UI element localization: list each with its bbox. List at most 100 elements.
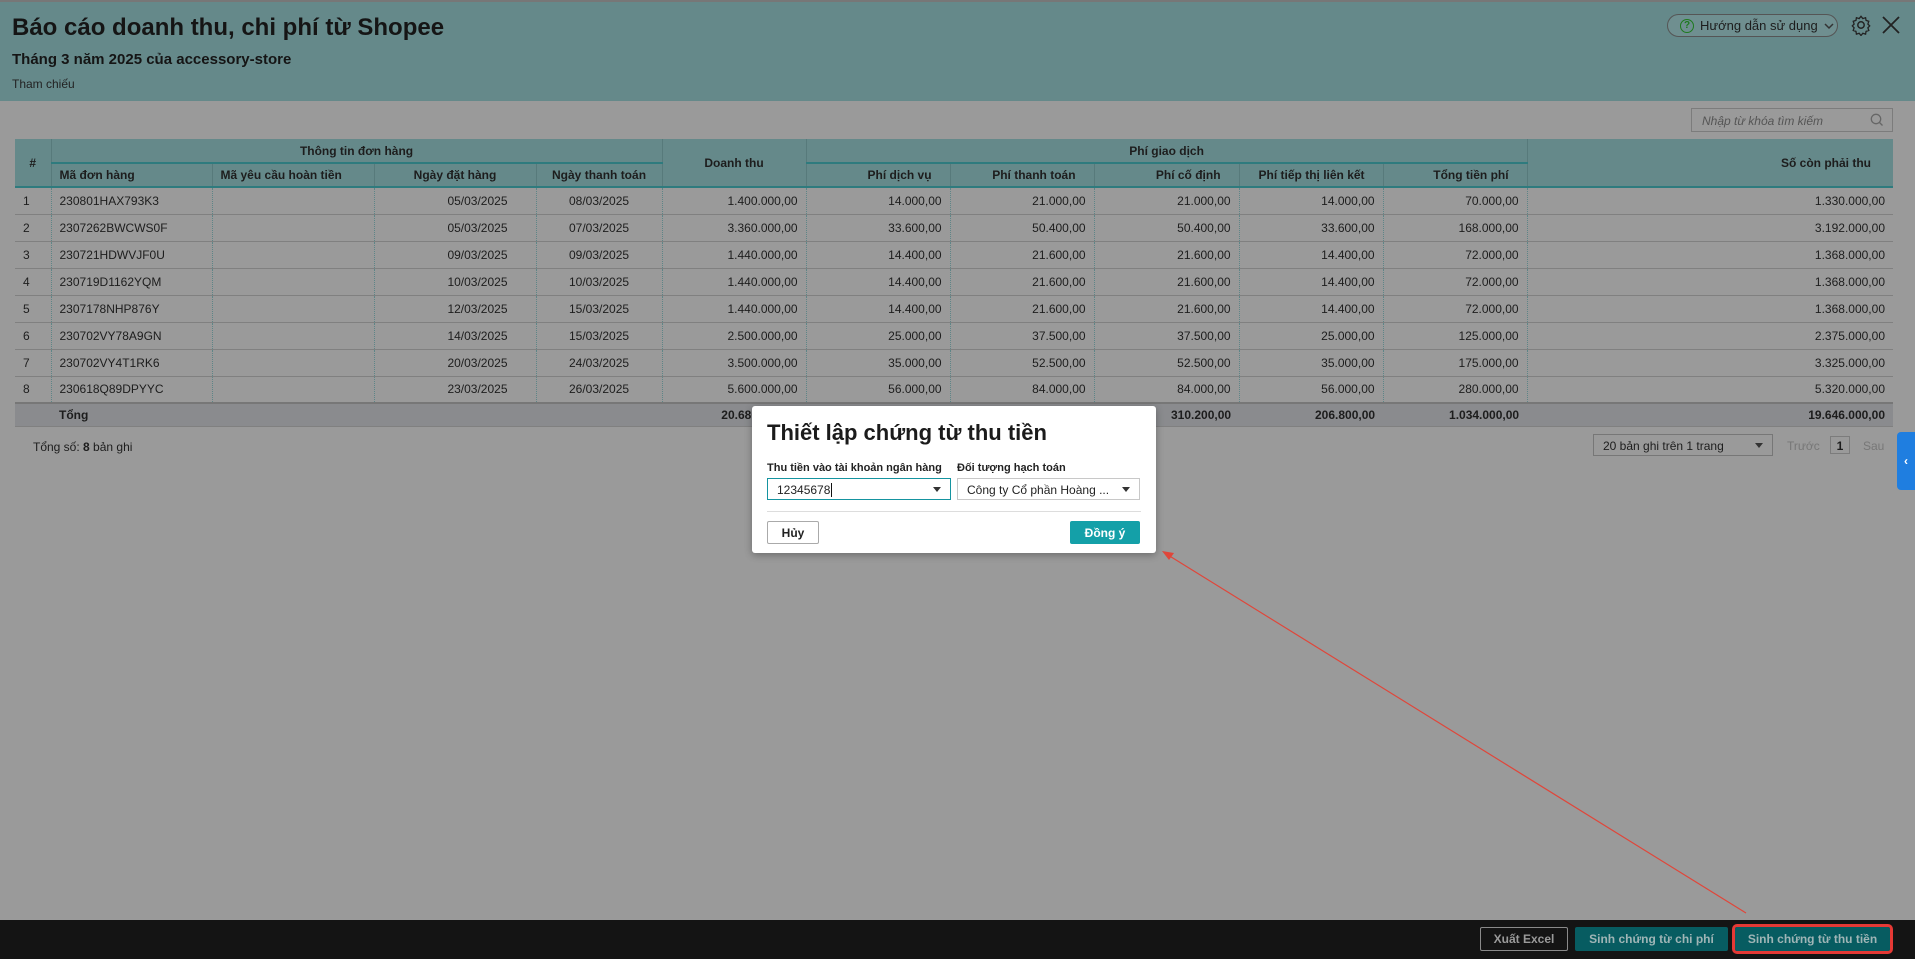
cell-refund-id: [211, 322, 374, 350]
cell-refund-id: [211, 187, 374, 215]
cell-fixed-fee: 52.500,00: [1093, 349, 1240, 377]
cell-payment-date: 09/03/2025: [535, 241, 663, 269]
dropdown-arrow-icon: [1755, 443, 1763, 448]
cell-row-index: 2: [15, 214, 51, 242]
total-label: Tổng: [51, 402, 212, 427]
cell-payment-date: 10/03/2025: [535, 268, 663, 296]
help-icon: ?: [1680, 18, 1694, 33]
col-service-fee: Phí dịch vụ: [805, 163, 951, 188]
cell-affiliate-fee: 14.400,00: [1238, 295, 1384, 323]
search-input[interactable]: Nhập từ khóa tìm kiếm: [1691, 108, 1893, 132]
cell-payment-fee: 50.400,00: [949, 214, 1095, 242]
cell-revenue: 2.500.000,00: [661, 322, 807, 350]
prev-page-button[interactable]: Trước: [1787, 439, 1820, 453]
cell-order-id: 230618Q89DPYYC: [50, 376, 212, 404]
cancel-button[interactable]: Hủy: [767, 521, 819, 544]
reference-label: Tham chiếu: [12, 77, 75, 91]
cell-total-fee: 125.000,00: [1382, 322, 1528, 350]
table-row[interactable]: 4 230719D1162YQM 10/03/2025 10/03/2025 1.440…: [15, 268, 1893, 296]
col-receivable: Số còn phải thu: [1526, 139, 1893, 188]
cell-affiliate-fee: 25.000,00: [1238, 322, 1384, 350]
page-header: Báo cáo doanh thu, chi phí từ Shopee Thá…: [0, 0, 1915, 101]
cell-order-date: 14/03/2025: [373, 322, 536, 350]
page-size-select[interactable]: 20 bản ghi trên 1 trang: [1593, 434, 1773, 456]
cell-affiliate-fee: 14.400,00: [1238, 268, 1384, 296]
total-receivable: 19.646.000,00: [1527, 402, 1893, 427]
cell-total-fee: 168.000,00: [1382, 214, 1528, 242]
cell-payment-fee: 37.500,00: [949, 322, 1095, 350]
cell-fixed-fee: 21.600,00: [1093, 241, 1240, 269]
bank-account-select[interactable]: 12345678: [767, 478, 951, 500]
generate-expense-voucher-button[interactable]: Sinh chứng từ chi phí: [1575, 927, 1728, 951]
cell-fixed-fee: 21.600,00: [1093, 268, 1240, 296]
cell-receivable: 2.375.000,00: [1526, 322, 1893, 350]
cell-order-date: 05/03/2025: [373, 214, 536, 242]
revenue-table: # Thông tin đơn hàng Doanh thu Phí giao …: [15, 139, 1893, 427]
cell-order-id: 230702VY78A9GN: [50, 322, 212, 350]
gear-icon[interactable]: [1850, 14, 1872, 36]
cell-revenue: 1.440.000,00: [661, 241, 807, 269]
confirm-button[interactable]: Đồng ý: [1070, 521, 1140, 544]
cell-refund-id: [211, 214, 374, 242]
guide-button[interactable]: ? Hướng dẫn sử dụng: [1667, 14, 1838, 37]
cell-row-index: 4: [15, 268, 51, 296]
cell-service-fee: 14.400,00: [805, 295, 951, 323]
table-row[interactable]: 3 230721HDWVJF0U 09/03/2025 09/03/2025 1.440…: [15, 241, 1893, 269]
export-excel-button[interactable]: Xuất Excel: [1480, 927, 1568, 951]
col-revenue: Doanh thu: [661, 139, 807, 188]
cell-affiliate-fee: 35.000,00: [1238, 349, 1384, 377]
record-count-prefix: Tổng số:: [33, 440, 84, 454]
table-row[interactable]: 7 230702VY4T1RK6 20/03/2025 24/03/2025 3.500…: [15, 349, 1893, 377]
col-fixed-fee: Phí cố định: [1093, 163, 1240, 188]
cell-revenue: 5.600.000,00: [661, 376, 807, 404]
cell-revenue: 3.500.000,00: [661, 349, 807, 377]
side-panel-toggle[interactable]: ‹: [1897, 432, 1915, 490]
table-row[interactable]: 2 2307262BWCWS0F 05/03/2025 07/03/2025 3.360…: [15, 214, 1893, 242]
cell-row-index: 6: [15, 322, 51, 350]
search-icon[interactable]: [1870, 113, 1884, 127]
cell-order-id: 230719D1162YQM: [50, 268, 212, 296]
generate-receipt-voucher-button[interactable]: Sinh chứng từ thu tiền: [1732, 924, 1893, 954]
cell-order-date: 20/03/2025: [373, 349, 536, 377]
page-number[interactable]: 1: [1830, 436, 1850, 454]
col-order-id: Mã đơn hàng: [50, 163, 212, 188]
record-count: Tổng số: 8 bản ghi: [33, 440, 132, 454]
cell-total-fee: 70.000,00: [1382, 187, 1528, 215]
cell-affiliate-fee: 14.400,00: [1238, 241, 1384, 269]
cell-order-id: 2307262BWCWS0F: [50, 214, 212, 242]
next-page-button[interactable]: Sau: [1863, 439, 1884, 453]
table-row[interactable]: 5 2307178NHP876Y 12/03/2025 15/03/2025 1.440…: [15, 295, 1893, 323]
table-row[interactable]: 1 230801HAX793K3 05/03/2025 08/03/2025 1.400…: [15, 187, 1893, 215]
bank-account-label: Thu tiền vào tài khoản ngân hàng: [767, 462, 942, 474]
cell-order-id: 230702VY4T1RK6: [50, 349, 212, 377]
chevron-down-icon: [1824, 22, 1834, 29]
cell-total-fee: 72.000,00: [1382, 241, 1528, 269]
cell-revenue: 1.400.000,00: [661, 187, 807, 215]
receipt-voucher-dialog: Thiết lập chứng từ thu tiền Thu tiền vào…: [752, 406, 1156, 553]
cell-refund-id: [211, 376, 374, 404]
cell-total-fee: 280.000,00: [1382, 376, 1528, 404]
cell-payment-fee: 21.600,00: [949, 241, 1095, 269]
cell-row-index: 3: [15, 241, 51, 269]
table-row[interactable]: 6 230702VY78A9GN 14/03/2025 15/03/2025 2.500…: [15, 322, 1893, 350]
cell-service-fee: 56.000,00: [805, 376, 951, 404]
cell-payment-fee: 21.600,00: [949, 268, 1095, 296]
cell-fixed-fee: 37.500,00: [1093, 322, 1240, 350]
bank-account-value: 12345678: [777, 483, 831, 497]
page-title: Báo cáo doanh thu, chi phí từ Shopee: [12, 14, 445, 41]
cell-order-date: 12/03/2025: [373, 295, 536, 323]
col-total-fee: Tổng tiền phí: [1382, 163, 1528, 188]
cell-order-date: 23/03/2025: [373, 376, 536, 404]
cell-row-index: 1: [15, 187, 51, 215]
dialog-title: Thiết lập chứng từ thu tiền: [767, 420, 1047, 445]
cell-receivable: 1.368.000,00: [1526, 268, 1893, 296]
cell-fixed-fee: 21.600,00: [1093, 295, 1240, 323]
accounting-object-select[interactable]: Công ty Cổ phần Hoàng ...: [957, 478, 1140, 500]
col-affiliate-fee: Phí tiếp thị liên kết: [1238, 163, 1384, 188]
cell-order-date: 09/03/2025: [373, 241, 536, 269]
chevron-left-icon: ‹: [1904, 454, 1908, 468]
close-icon[interactable]: [1881, 15, 1901, 35]
cell-receivable: 1.368.000,00: [1526, 241, 1893, 269]
table-row[interactable]: 8 230618Q89DPYYC 23/03/2025 26/03/2025 5.600…: [15, 376, 1893, 404]
cell-total-fee: 175.000,00: [1382, 349, 1528, 377]
